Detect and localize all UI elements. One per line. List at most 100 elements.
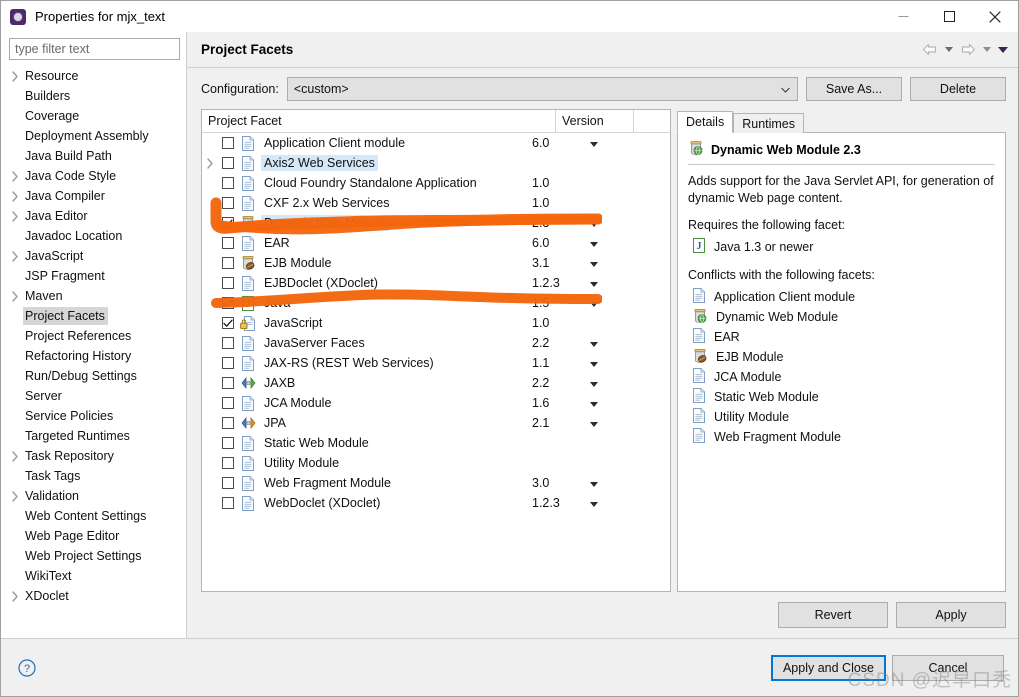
version-dropdown-caret-icon[interactable] <box>590 216 598 230</box>
sidebar-item-maven[interactable]: Maven <box>1 286 186 306</box>
chevron-right-icon[interactable] <box>7 590 23 602</box>
version-dropdown-caret-icon[interactable] <box>590 136 598 150</box>
tab-details[interactable]: Details <box>677 111 734 133</box>
facet-checkbox[interactable] <box>222 177 234 189</box>
facet-checkbox[interactable] <box>222 317 234 329</box>
version-dropdown-caret-icon[interactable] <box>590 396 598 410</box>
sidebar-item-jsp-fragment[interactable]: JSP Fragment <box>1 266 186 286</box>
table-row[interactable]: Utility Module <box>202 453 670 473</box>
sidebar-item-java-build-path[interactable]: Java Build Path <box>1 146 186 166</box>
table-row[interactable]: WebDoclet (XDoclet) 1.2.3 <box>202 493 670 513</box>
version-dropdown-caret-icon[interactable] <box>590 356 598 370</box>
view-menu-icon[interactable] <box>996 39 1010 61</box>
sidebar-item-deployment-assembly[interactable]: Deployment Assembly <box>1 126 186 146</box>
sidebar-item-java-code-style[interactable]: Java Code Style <box>1 166 186 186</box>
table-row[interactable]: JAX-RS (REST Web Services) 1.1 <box>202 353 670 373</box>
save-as-button[interactable]: Save As... <box>806 77 902 101</box>
version-dropdown-caret-icon[interactable] <box>590 476 598 490</box>
sidebar-item-web-page-editor[interactable]: Web Page Editor <box>1 526 186 546</box>
sidebar-item-task-tags[interactable]: Task Tags <box>1 466 186 486</box>
configuration-select[interactable]: <custom> <box>286 77 798 101</box>
table-row[interactable]: J Java 1.5 <box>202 293 670 313</box>
column-header-facet[interactable]: Project Facet <box>202 110 556 132</box>
sidebar-item-run-debug-settings[interactable]: Run/Debug Settings <box>1 366 186 386</box>
facet-checkbox[interactable] <box>222 237 234 249</box>
chevron-right-icon[interactable] <box>7 490 23 502</box>
sidebar-item-builders[interactable]: Builders <box>1 86 186 106</box>
sidebar-item-project-facets[interactable]: Project Facets <box>1 306 186 326</box>
sidebar-item-coverage[interactable]: Coverage <box>1 106 186 126</box>
tab-runtimes[interactable]: Runtimes <box>733 113 805 133</box>
version-dropdown-caret-icon[interactable] <box>590 336 598 350</box>
sidebar-item-javascript[interactable]: JavaScript <box>1 246 186 266</box>
revert-button[interactable]: Revert <box>778 602 888 628</box>
sidebar-item-refactoring-history[interactable]: Refactoring History <box>1 346 186 366</box>
version-dropdown-caret-icon[interactable] <box>590 256 598 270</box>
table-row[interactable]: CXF 2.x Web Services 1.0 <box>202 193 670 213</box>
sidebar-item-xdoclet[interactable]: XDoclet <box>1 586 186 606</box>
chevron-right-icon[interactable] <box>7 250 23 262</box>
sidebar-item-java-compiler[interactable]: Java Compiler <box>1 186 186 206</box>
sidebar-item-task-repository[interactable]: Task Repository <box>1 446 186 466</box>
table-row[interactable]: Web Fragment Module 3.0 <box>202 473 670 493</box>
apply-button[interactable]: Apply <box>896 602 1006 628</box>
back-arrow-icon[interactable] <box>920 39 940 61</box>
chevron-right-icon[interactable] <box>7 170 23 182</box>
version-dropdown-caret-icon[interactable] <box>590 376 598 390</box>
sidebar-item-wikitext[interactable]: WikiText <box>1 566 186 586</box>
table-row[interactable]: JAXB 2.2 <box>202 373 670 393</box>
facet-checkbox[interactable] <box>222 497 234 509</box>
table-row[interactable]: Axis2 Web Services <box>202 153 670 173</box>
table-row[interactable]: JavaServer Faces 2.2 <box>202 333 670 353</box>
chevron-right-icon[interactable] <box>7 210 23 222</box>
close-button[interactable] <box>972 1 1018 32</box>
sidebar-item-validation[interactable]: Validation <box>1 486 186 506</box>
sidebar-item-project-references[interactable]: Project References <box>1 326 186 346</box>
column-header-version[interactable]: Version <box>556 110 634 132</box>
facet-checkbox[interactable] <box>222 157 234 169</box>
table-row[interactable]: JCA Module 1.6 <box>202 393 670 413</box>
table-row[interactable]: JavaScript 1.0 <box>202 313 670 333</box>
table-row[interactable]: Static Web Module <box>202 433 670 453</box>
table-row[interactable]: EJB Module 3.1 <box>202 253 670 273</box>
table-row[interactable]: JPA 2.1 <box>202 413 670 433</box>
facet-checkbox[interactable] <box>222 277 234 289</box>
chevron-right-icon[interactable] <box>202 157 218 169</box>
facet-checkbox[interactable] <box>222 337 234 349</box>
facet-checkbox[interactable] <box>222 377 234 389</box>
facet-checkbox[interactable] <box>222 477 234 489</box>
facet-checkbox[interactable] <box>222 217 234 229</box>
forward-arrow-icon[interactable] <box>958 39 978 61</box>
version-dropdown-caret-icon[interactable] <box>590 496 598 510</box>
sidebar-item-service-policies[interactable]: Service Policies <box>1 406 186 426</box>
version-dropdown-caret-icon[interactable] <box>590 236 598 250</box>
filter-input[interactable] <box>9 38 180 60</box>
sidebar-item-java-editor[interactable]: Java Editor <box>1 206 186 226</box>
delete-button[interactable]: Delete <box>910 77 1006 101</box>
facet-checkbox[interactable] <box>222 437 234 449</box>
facet-checkbox[interactable] <box>222 357 234 369</box>
version-dropdown-caret-icon[interactable] <box>590 416 598 430</box>
facet-checkbox[interactable] <box>222 417 234 429</box>
sidebar-item-server[interactable]: Server <box>1 386 186 406</box>
facet-checkbox[interactable] <box>222 137 234 149</box>
chevron-right-icon[interactable] <box>7 190 23 202</box>
sidebar-item-targeted-runtimes[interactable]: Targeted Runtimes <box>1 426 186 446</box>
table-row[interactable]: EAR 6.0 <box>202 233 670 253</box>
table-row[interactable]: Application Client module 6.0 <box>202 133 670 153</box>
chevron-right-icon[interactable] <box>7 450 23 462</box>
facet-checkbox[interactable] <box>222 397 234 409</box>
table-row[interactable]: EJBDoclet (XDoclet) 1.2.3 <box>202 273 670 293</box>
table-row[interactable]: Dynamic Web Module 2.3 <box>202 213 670 233</box>
facet-checkbox[interactable] <box>222 257 234 269</box>
sidebar-item-resource[interactable]: Resource <box>1 66 186 86</box>
version-dropdown-caret-icon[interactable] <box>590 296 598 310</box>
chevron-right-icon[interactable] <box>7 70 23 82</box>
table-row[interactable]: Cloud Foundry Standalone Application 1.0 <box>202 173 670 193</box>
facet-checkbox[interactable] <box>222 197 234 209</box>
back-dropdown-chevron-down-icon[interactable] <box>942 39 956 61</box>
facet-checkbox[interactable] <box>222 457 234 469</box>
minimize-button[interactable] <box>880 1 926 32</box>
maximize-button[interactable] <box>926 1 972 32</box>
chevron-right-icon[interactable] <box>7 290 23 302</box>
